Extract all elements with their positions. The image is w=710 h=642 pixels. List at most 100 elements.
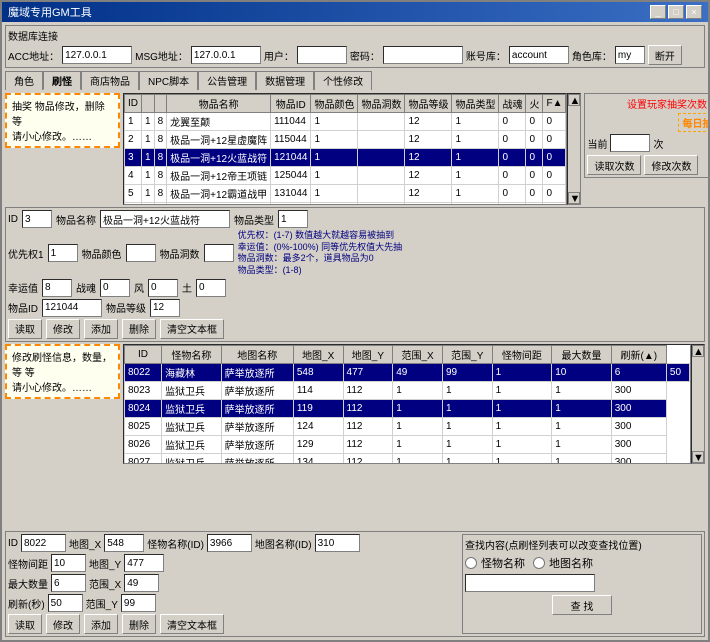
- mf-delete-button[interactable]: 删除: [122, 614, 156, 634]
- hint1-line2: 请小心修改。……: [12, 128, 113, 143]
- col-fire: 火: [526, 95, 543, 113]
- radio-monster-input[interactable]: [465, 557, 477, 569]
- top-table-wrapper: ID 物品名称 物品ID 物品颜色 物品洞数 物品等级 物品类型 战魂 火: [123, 93, 581, 205]
- mf-max-input[interactable]: [51, 574, 86, 592]
- mf-rangex-label: 范围_X: [89, 576, 121, 591]
- clear-button[interactable]: 清空文本框: [160, 319, 224, 339]
- close-button[interactable]: ×: [686, 5, 702, 19]
- radio-map: 地图名称: [533, 555, 593, 571]
- msg-input[interactable]: [191, 46, 261, 64]
- mf-mname-input[interactable]: [207, 534, 252, 552]
- mf-mapname-input[interactable]: [315, 534, 360, 552]
- mf-max-label: 最大数量: [8, 576, 48, 591]
- tab-refresh[interactable]: 刷怪: [43, 71, 81, 90]
- db-input[interactable]: [509, 46, 569, 64]
- table-row[interactable]: 8023监狱卫兵萨举放逐所1141121111300: [125, 381, 690, 399]
- form-level-input[interactable]: [150, 299, 180, 317]
- form-level-label: 物品等级: [106, 300, 146, 315]
- mf-refresh-input[interactable]: [48, 594, 83, 612]
- tab-announce[interactable]: 公告管理: [198, 71, 256, 90]
- tab-data[interactable]: 数据管理: [256, 71, 314, 90]
- form-holes-label: 物品洞数: [160, 246, 200, 261]
- mf-rangey-label: 范围_Y: [86, 596, 118, 611]
- maximize-button[interactable]: □: [668, 5, 684, 19]
- mf-mapname-label: 地图名称(ID): [255, 536, 312, 551]
- current-label: 当前: [587, 136, 607, 151]
- read-button[interactable]: 读取: [8, 319, 42, 339]
- table-row[interactable]: 8027监狱卫兵萨举放逐所1341121111300: [125, 453, 690, 464]
- user-input[interactable]: [297, 46, 347, 64]
- form-earth-label: 土: [182, 280, 192, 295]
- mf-add-button[interactable]: 添加: [84, 614, 118, 634]
- tab-role[interactable]: 角色: [5, 71, 43, 90]
- form-item-id-input[interactable]: [42, 299, 102, 317]
- form-id-input[interactable]: [22, 210, 52, 228]
- tab-shop[interactable]: 商店物品: [81, 71, 139, 90]
- table-row[interactable]: 418极品一洞+12帝王项链1250441121000: [125, 167, 566, 185]
- hint2-line1: 修改刷怪信息，数量，等 等: [12, 349, 113, 379]
- table-row[interactable]: 618极品一洞+12觉技装1350441121000: [125, 203, 566, 206]
- modify-button[interactable]: 修改: [46, 319, 80, 339]
- current-draw-input[interactable]: [610, 134, 650, 152]
- table-row[interactable]: 218极品一洞+12星虚魔阵1150441121000: [125, 131, 566, 149]
- item-form-section: ID 物品名称 物品类型 优先权1 物品颜色 物品洞数 优先权：(1-7) 数值…: [5, 207, 705, 342]
- add-button[interactable]: 添加: [84, 319, 118, 339]
- table-row[interactable]: 8026监狱卫兵萨举放逐所1291121111300: [125, 435, 690, 453]
- mf-clear-button[interactable]: 清空文本框: [160, 614, 224, 634]
- mf-modify-button[interactable]: 修改: [46, 614, 80, 634]
- form-id-label: ID: [8, 214, 18, 225]
- minimize-button[interactable]: _: [650, 5, 666, 19]
- top-table-container: ID 物品名称 物品ID 物品颜色 物品洞数 物品等级 物品类型 战魂 火: [123, 93, 567, 205]
- mf-mapy-input[interactable]: [124, 554, 164, 572]
- hint-holes: 物品洞数：最多2个，道具物品为0: [238, 253, 702, 265]
- form-holes-input[interactable]: [204, 244, 234, 262]
- mf-rangey-input[interactable]: [121, 594, 156, 612]
- window-title: 魔域专用GM工具: [8, 4, 92, 20]
- role-input[interactable]: [615, 46, 645, 64]
- disconnect-button[interactable]: 断开: [648, 45, 682, 65]
- mcol-dist: 怪物间距: [492, 345, 552, 363]
- radio-map-label: 地图名称: [549, 555, 593, 571]
- read-draw-button[interactable]: 读取次数: [587, 155, 641, 175]
- table-row[interactable]: 8025监狱卫兵萨举放逐所1241121111300: [125, 417, 690, 435]
- table-row[interactable]: 318极品一洞+12火蓝战符1210441121000: [125, 149, 566, 167]
- mf-mapx-input[interactable]: [104, 534, 144, 552]
- mf-dist-label: 怪物间距: [8, 556, 48, 571]
- form-luck-input[interactable]: [42, 279, 72, 297]
- monster-table: ID 怪物名称 地图名称 地图_X 地图_Y 范围_X 范围_Y 怪物间距 最大…: [124, 345, 690, 464]
- search-input[interactable]: [465, 574, 595, 592]
- form-type-input[interactable]: [278, 210, 308, 228]
- mf-id-input[interactable]: [21, 534, 66, 552]
- table-row[interactable]: 8022海藏林萨举放逐所5484774999110650: [125, 363, 690, 381]
- acc-input[interactable]: [62, 46, 132, 64]
- form-priority-input[interactable]: [48, 244, 78, 262]
- pwd-input[interactable]: [383, 46, 463, 64]
- form-earth-input[interactable]: [196, 279, 226, 297]
- radio-monster: 怪物名称: [465, 555, 525, 571]
- col-item-id: 物品ID: [271, 95, 311, 113]
- monster-table-container: ID 怪物名称 地图名称 地图_X 地图_Y 范围_X 范围_Y 怪物间距 最大…: [123, 344, 691, 464]
- tab-npc[interactable]: NPC脚本: [139, 71, 198, 90]
- table-row[interactable]: 118龙翼至颠1110441121000: [125, 113, 566, 131]
- mf-read-button[interactable]: 读取: [8, 614, 42, 634]
- daily-draw-label: 每日抽奖次数: [678, 113, 708, 132]
- form-color-input[interactable]: [126, 244, 156, 262]
- form-wind-input[interactable]: [148, 279, 178, 297]
- table-row[interactable]: 8024监狱卫兵萨举放逐所1191121111300: [125, 399, 690, 417]
- top-table-scrollbar[interactable]: ▲ ▼: [567, 93, 581, 205]
- delete-button[interactable]: 删除: [122, 319, 156, 339]
- mf-dist-input[interactable]: [51, 554, 86, 572]
- hint-text-block: 优先权：(1-7) 数值越大就越容易被抽到 幸运值：(0%-100%) 同等优先…: [238, 230, 702, 277]
- current-suffix: 次: [653, 136, 663, 151]
- form-name-input[interactable]: [100, 210, 230, 228]
- mf-rangex-input[interactable]: [124, 574, 159, 592]
- form-name-label: 物品名称: [56, 212, 96, 227]
- modify-draw-button[interactable]: 修改次数: [644, 155, 698, 175]
- form-soul-label: 战魂: [76, 280, 96, 295]
- tab-personal[interactable]: 个性修改: [314, 71, 372, 90]
- search-button[interactable]: 查 找: [552, 595, 612, 615]
- radio-map-input[interactable]: [533, 557, 545, 569]
- monster-table-scrollbar[interactable]: ▲ ▼: [691, 344, 705, 464]
- form-soul-input[interactable]: [100, 279, 130, 297]
- table-row[interactable]: 518极品一洞+12霸道战甲1310441121000: [125, 185, 566, 203]
